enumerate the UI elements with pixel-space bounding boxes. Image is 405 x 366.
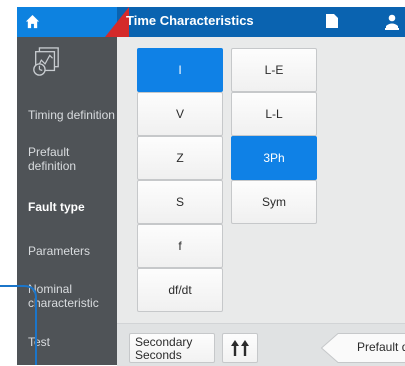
home-button[interactable] — [17, 7, 117, 37]
quantity-button-v[interactable]: V — [137, 92, 223, 136]
file-icon[interactable] — [326, 14, 338, 28]
bottom-bar: Secondary Seconds Prefault d — [117, 323, 405, 366]
decorative-curve — [0, 280, 40, 365]
prefault-definition-button[interactable]: Prefault d — [321, 333, 405, 363]
fault-button-l-e[interactable]: L-E — [231, 48, 317, 92]
seconds-label: Seconds — [135, 349, 214, 362]
sidebar-item-fault-type[interactable]: Fault type — [28, 200, 116, 214]
secondary-seconds-button[interactable]: Secondary Seconds — [129, 333, 215, 363]
home-icon — [25, 14, 40, 29]
sidebar-item-test[interactable]: Test — [28, 335, 116, 349]
sidebar-item-prefault-definition[interactable]: Prefault definition — [28, 145, 98, 173]
quantity-button-f[interactable]: f — [137, 224, 223, 268]
sidebar-item-timing-definition[interactable]: Timing definition — [28, 108, 116, 122]
person-icon[interactable] — [385, 14, 399, 30]
fault-button-sym[interactable]: Sym — [231, 180, 317, 224]
sidebar-item-parameters[interactable]: Parameters — [28, 244, 116, 258]
up-arrows-icon — [230, 339, 250, 357]
quantity-button-z[interactable]: Z — [137, 136, 223, 180]
quantity-button-i[interactable]: I — [137, 48, 223, 92]
top-bar: Time Characteristics — [17, 7, 405, 37]
fault-button-l-l[interactable]: L-L — [231, 92, 317, 136]
quantity-button-df-dt[interactable]: df/dt — [137, 268, 223, 312]
fault-button-3ph[interactable]: 3Ph — [231, 136, 317, 180]
sort-up-button[interactable] — [222, 333, 258, 363]
quantity-button-s[interactable]: S — [137, 180, 223, 224]
app-window: Time Characteristics Timing definition P… — [17, 7, 405, 365]
timing-diagram-icon — [31, 47, 61, 77]
main-panel: I V Z S f df/dt L-E L-L 3Ph Sym — [117, 37, 405, 323]
prefault-label: Prefault d — [357, 340, 405, 354]
page-title: Time Characteristics — [126, 13, 254, 28]
